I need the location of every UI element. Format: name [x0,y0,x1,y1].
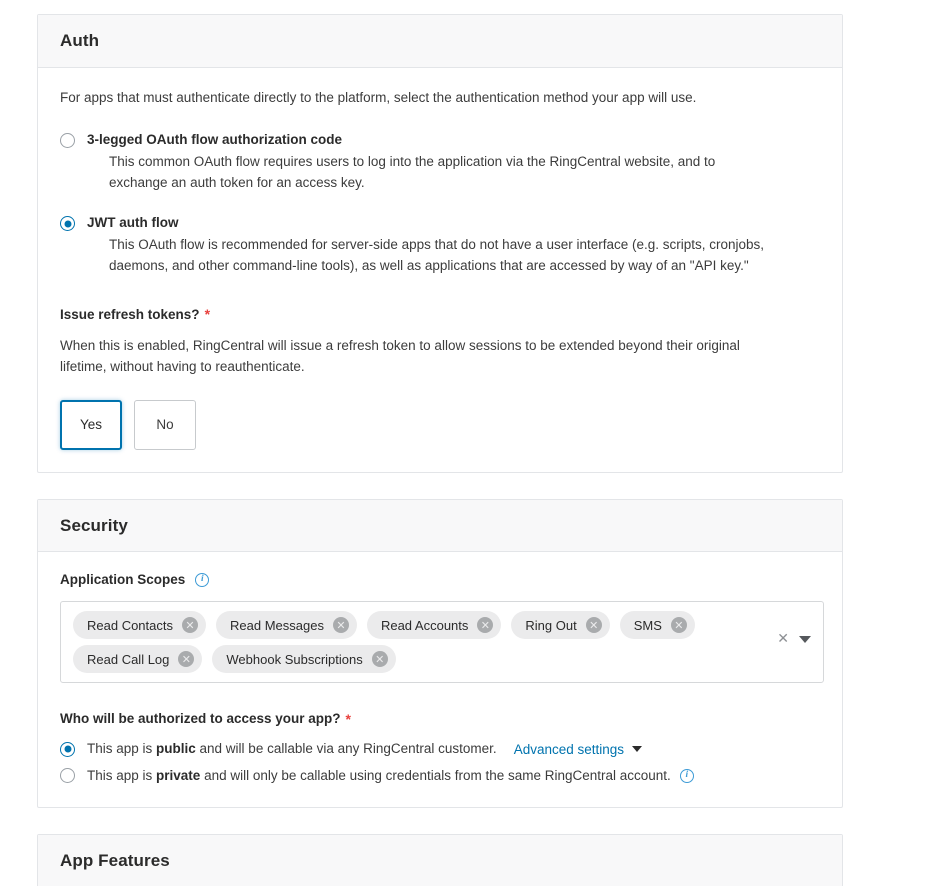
info-icon[interactable]: i [679,768,694,783]
issue-refresh-tokens-label: Issue refresh tokens? * [60,307,820,322]
public-app-emphasis: public [156,741,196,757]
scope-chip-label: Ring Out [525,617,577,633]
scope-chip-label: Read Accounts [380,617,469,633]
close-icon[interactable]: ✕ [182,617,198,634]
scope-chip-label: Read Contacts [87,617,173,633]
required-asterisk: * [204,306,211,323]
application-scopes-text: Application Scopes [60,572,186,588]
radio-option-private-app[interactable]: This app is private and will only be cal… [60,767,820,785]
auth-intro-text: For apps that must authenticate directly… [60,89,697,105]
refresh-tokens-no-button[interactable]: No [134,399,196,450]
security-card-body: Application Scopes i Read Contacts ✕ Rea… [38,552,842,806]
security-card-header: Security [38,499,842,553]
issue-refresh-tokens-toggle-group: Yes No [60,399,820,450]
security-card: Security Application Scopes i Read Conta… [37,498,843,808]
radio-option-jwt-auth[interactable]: JWT auth flow This OAuth flow is recomme… [60,214,820,277]
application-scopes-input[interactable]: Read Contacts ✕ Read Messages ✕ Read Acc… [60,601,824,684]
page-title-security: Security [60,515,128,535]
app-features-card-header: App Features [38,834,842,886]
page-title-auth: Auth [60,31,100,50]
access-authorization-label: Who will be authorized to access your ap… [60,711,820,726]
page-title-app-features: App Features [60,850,170,870]
app-features-card: App Features [37,833,843,886]
radio-3-legged-oauth-icon[interactable] [60,133,75,149]
radio-private-app-icon[interactable] [60,768,75,784]
required-asterisk: * [345,710,351,727]
scope-chip-label: Read Messages [230,617,324,633]
public-app-suffix: and will be callable via any RingCentral… [195,741,497,757]
radio-public-app-icon[interactable] [60,741,75,757]
refresh-tokens-yes-button[interactable]: Yes [60,399,122,450]
radio-option-3-legged-oauth[interactable]: 3-legged OAuth flow authorization code T… [60,131,820,194]
scope-chip[interactable]: Read Call Log ✕ [73,645,203,674]
issue-refresh-tokens-helper: When this is enabled, RingCentral will i… [60,337,740,374]
chevron-down-icon[interactable] [632,746,643,753]
radio-3-legged-oauth-description: This common OAuth flow requires users to… [109,154,716,191]
radio-jwt-auth-label: JWT auth flow [87,215,179,231]
advanced-settings-link[interactable]: Advanced settings [514,742,624,757]
radio-jwt-auth-description: This OAuth flow is recommended for serve… [109,237,765,274]
scope-chip[interactable]: SMS ✕ [619,611,695,640]
scope-chip-label: Read Call Log [87,651,170,667]
scope-chip[interactable]: Webhook Subscriptions ✕ [212,645,396,674]
scope-chip-label: SMS [633,617,662,633]
scope-chip[interactable]: Read Contacts ✕ [73,611,206,640]
auth-card: Auth For apps that must authenticate dir… [37,14,843,473]
private-app-prefix: This app is [87,768,157,784]
radio-jwt-auth-icon[interactable] [60,216,75,232]
private-app-emphasis: private [156,768,201,784]
radio-option-public-app[interactable]: This app is public and will be callable … [60,740,820,758]
public-app-prefix: This app is [87,741,157,757]
chevron-down-icon[interactable] [799,635,811,643]
close-icon[interactable]: ✕ [178,651,195,668]
auth-card-body: For apps that must authenticate directly… [38,68,842,472]
access-authorization-text: Who will be authorized to access your ap… [60,711,341,727]
close-icon[interactable]: ✕ [585,617,602,634]
auth-card-header: Auth [38,15,842,68]
radio-3-legged-oauth-label: 3-legged OAuth flow authorization code [87,132,342,148]
scope-chip-label: Webhook Subscriptions [226,651,363,667]
close-icon[interactable]: ✕ [670,617,687,634]
close-icon[interactable]: ✕ [477,617,494,634]
scope-chip[interactable]: Ring Out ✕ [511,611,610,640]
close-icon[interactable]: ✕ [371,651,388,668]
scope-chip[interactable]: Read Accounts ✕ [366,611,502,640]
application-scopes-label: Application Scopes i [60,572,820,587]
scopes-field-actions: ✕ [777,632,811,646]
clear-all-icon[interactable]: ✕ [777,632,789,646]
close-icon[interactable]: ✕ [332,617,349,634]
info-icon[interactable]: i [195,572,210,587]
scope-chip[interactable]: Read Messages ✕ [216,611,357,640]
private-app-suffix: and will only be callable using credenti… [200,768,671,784]
issue-refresh-tokens-text: Issue refresh tokens? [60,306,200,322]
app-settings-page: Auth For apps that must authenticate dir… [0,0,940,886]
